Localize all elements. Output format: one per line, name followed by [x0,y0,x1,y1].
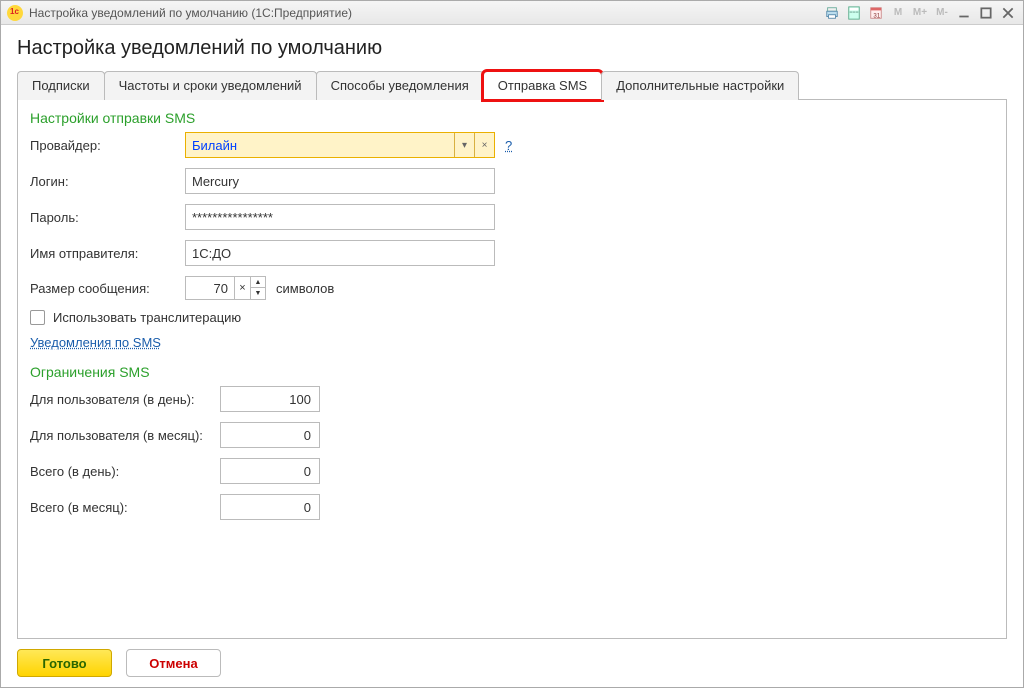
window-title: Настройка уведомлений по умолчанию (1С:П… [29,6,352,20]
provider-input[interactable] [186,138,454,153]
titlebar-actions: 31 M M+ M- [823,5,1017,21]
calendar-icon[interactable]: 31 [867,5,885,21]
maximize-icon[interactable] [977,5,995,21]
tab-methods[interactable]: Способы уведомления [316,71,484,100]
translit-checkbox[interactable] [30,310,45,325]
cancel-button[interactable]: Отмена [126,649,221,677]
limit-user-day-input[interactable]: 100 [220,386,320,412]
label-msg-size: Размер сообщения: [30,281,185,296]
provider-dropdown-icon[interactable]: ▾ [454,133,474,157]
section-sms-settings: Настройки отправки SMS [30,110,994,126]
calc-icon[interactable] [845,5,863,21]
label-limit-user-month: Для пользователя (в месяц): [30,428,220,443]
sender-input[interactable]: 1С:ДО [185,240,495,266]
app-window: Настройка уведомлений по умолчанию (1С:П… [0,0,1024,688]
tab-panel: Настройки отправки SMS Провайдер: ▾ × ? … [17,100,1007,639]
footer: Готово Отмена [17,639,1007,677]
translit-label: Использовать транслитерацию [53,310,241,325]
msg-size-clear[interactable]: × [235,276,251,300]
memory-mminus-button[interactable]: M- [933,5,951,21]
provider-field[interactable]: ▾ × [185,132,495,158]
label-limit-user-day: Для пользователя (в день): [30,392,220,407]
msg-size-input[interactable]: 70 [185,276,235,300]
label-sender: Имя отправителя: [30,246,185,261]
tabs: Подписки Частоты и сроки уведомлений Спо… [17,70,1007,100]
msg-size-spinner: 70 × ▲ ▼ символов [185,276,334,300]
section-sms-limits: Ограничения SMS [30,364,994,380]
tab-additional[interactable]: Дополнительные настройки [601,71,799,100]
content: Настройка уведомлений по умолчанию Подпи… [1,25,1023,687]
label-limit-total-month: Всего (в месяц): [30,500,220,515]
svg-text:31: 31 [873,12,880,19]
page-title: Настройка уведомлений по умолчанию [17,37,1007,60]
tab-frequency[interactable]: Частоты и сроки уведомлений [104,71,317,100]
print-icon[interactable] [823,5,841,21]
limit-total-month-input[interactable]: 0 [220,494,320,520]
sms-notifications-link[interactable]: Уведомления по SMS [30,335,161,350]
limit-user-month-input[interactable]: 0 [220,422,320,448]
label-login: Логин: [30,174,185,189]
tab-subscriptions[interactable]: Подписки [17,71,105,100]
close-icon[interactable] [999,5,1017,21]
provider-help[interactable]: ? [505,138,512,153]
titlebar: Настройка уведомлений по умолчанию (1С:П… [1,1,1023,25]
label-provider: Провайдер: [30,138,185,153]
limit-total-day-input[interactable]: 0 [220,458,320,484]
label-password: Пароль: [30,210,185,225]
memory-mplus-button[interactable]: M+ [911,5,929,21]
label-limit-total-day: Всего (в день): [30,464,220,479]
memory-m-button[interactable]: M [889,5,907,21]
provider-clear-icon[interactable]: × [474,133,494,157]
msg-size-down[interactable]: ▼ [251,288,265,299]
app-icon [7,5,23,21]
msg-size-suffix: символов [276,281,334,296]
login-input[interactable]: Mercury [185,168,495,194]
msg-size-up[interactable]: ▲ [251,277,265,288]
minimize-icon[interactable] [955,5,973,21]
password-input[interactable]: **************** [185,204,495,230]
tab-sms-send[interactable]: Отправка SMS [483,71,602,100]
ok-button[interactable]: Готово [17,649,112,677]
